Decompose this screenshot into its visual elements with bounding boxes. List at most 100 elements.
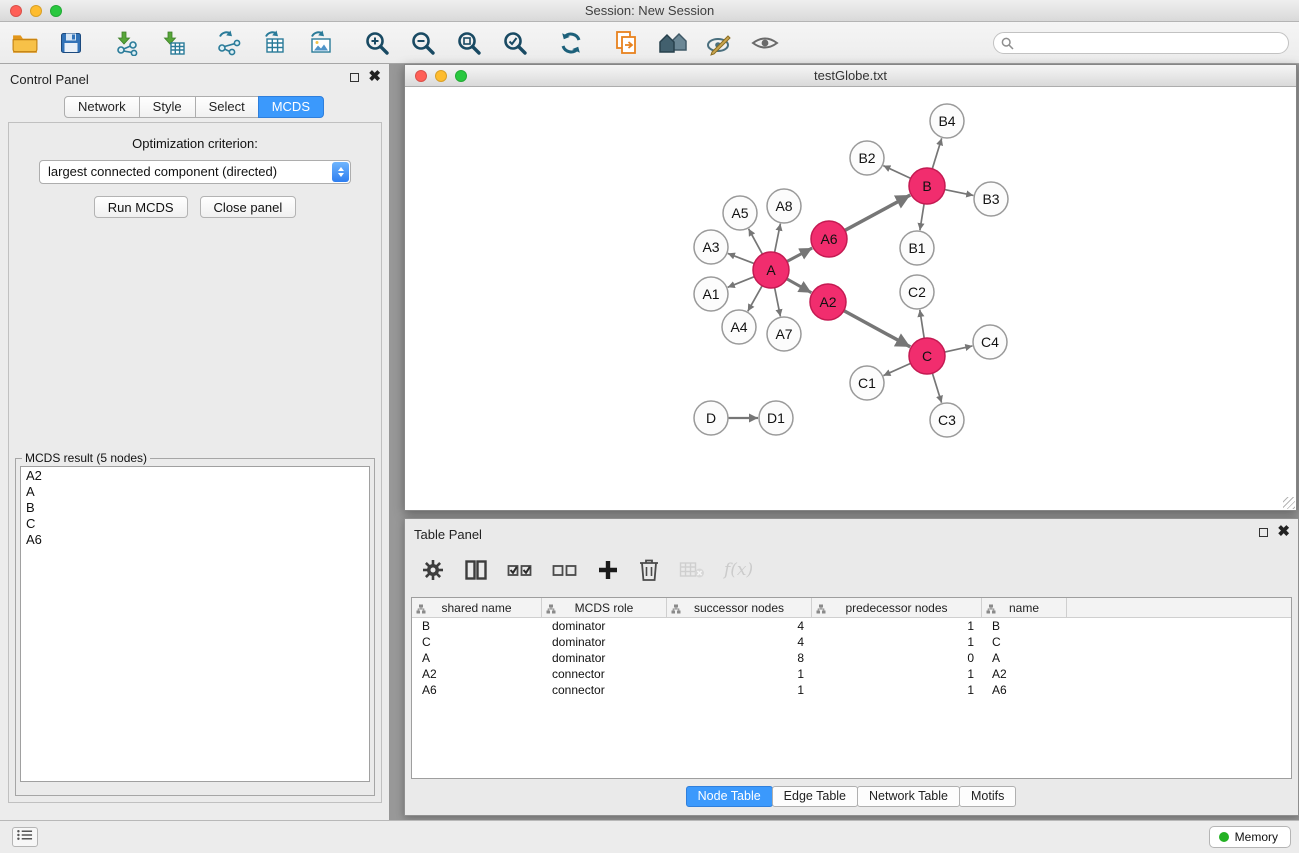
task-history-button[interactable]	[12, 827, 38, 847]
deselect-all-icon[interactable]	[552, 560, 578, 580]
open-session-icon[interactable]	[10, 28, 40, 58]
run-mcds-button[interactable]: Run MCDS	[94, 196, 188, 218]
graph-node-D1[interactable]: D1	[759, 401, 793, 435]
column-header-predecessor-nodes[interactable]: predecessor nodes	[812, 598, 982, 617]
zoom-fit-icon[interactable]	[454, 28, 484, 58]
graph-node-B2[interactable]: B2	[850, 141, 884, 175]
column-header-mcds-role[interactable]: MCDS role	[542, 598, 667, 617]
table-row[interactable]: Cdominator41C	[412, 634, 1291, 650]
refresh-layout-icon[interactable]	[556, 28, 586, 58]
minimize-window-icon[interactable]	[30, 5, 42, 17]
tab-edge-table[interactable]: Edge Table	[772, 786, 858, 807]
close-window-icon[interactable]	[10, 5, 22, 17]
graph-node-B1[interactable]: B1	[900, 231, 934, 265]
graph-edge-C-C3[interactable]	[932, 373, 941, 403]
graph-edge-A-A2[interactable]	[787, 279, 812, 293]
graph-node-C4[interactable]: C4	[973, 325, 1007, 359]
result-item[interactable]: A	[26, 484, 364, 500]
table-row[interactable]: A6connector11A6	[412, 682, 1291, 698]
criterion-dropdown[interactable]: largest connected component (directed)	[39, 160, 351, 184]
table-row[interactable]: A2connector11A2	[412, 666, 1291, 682]
import-table-icon[interactable]	[158, 28, 188, 58]
tab-node-table[interactable]: Node Table	[686, 786, 773, 807]
resize-grip[interactable]	[1283, 497, 1295, 509]
tab-motifs[interactable]: Motifs	[959, 786, 1016, 807]
graph-node-A1[interactable]: A1	[694, 277, 728, 311]
graph-node-A2[interactable]: A2	[810, 284, 846, 320]
open-recent-icon[interactable]	[612, 28, 642, 58]
tab-network[interactable]: Network	[64, 96, 140, 118]
tab-mcds[interactable]: MCDS	[258, 96, 324, 118]
column-header-shared-name[interactable]: shared name	[412, 598, 542, 617]
float-table-panel-icon[interactable]	[1259, 528, 1268, 537]
add-row-icon[interactable]	[597, 559, 619, 581]
result-item[interactable]: C	[26, 516, 364, 532]
column-header-successor-nodes[interactable]: successor nodes	[667, 598, 812, 617]
graph-node-B4[interactable]: B4	[930, 104, 964, 138]
graph-edge-C-C1[interactable]	[883, 363, 910, 375]
graph-edge-A-A8[interactable]	[775, 224, 781, 253]
select-all-icon[interactable]	[507, 560, 533, 580]
graph-node-A6[interactable]: A6	[811, 221, 847, 257]
network-graph[interactable]: B4B2BB3A5A8A6A3B1AC2A1A2A4A7C4CC1C3DD1	[405, 87, 1296, 509]
home-icon[interactable]	[658, 28, 688, 58]
graph-node-C[interactable]: C	[909, 338, 945, 374]
graph-node-A7[interactable]: A7	[767, 317, 801, 351]
graph-edge-C-C4[interactable]	[945, 346, 973, 352]
zoom-window-icon[interactable]	[50, 5, 62, 17]
zoom-out-icon[interactable]	[408, 28, 438, 58]
style-edit-icon[interactable]	[704, 28, 734, 58]
graph-edge-A-A3[interactable]	[728, 253, 754, 263]
zoom-in-icon[interactable]	[362, 28, 392, 58]
minimize-network-icon[interactable]	[435, 70, 447, 82]
graph-node-A5[interactable]: A5	[723, 196, 757, 230]
close-network-icon[interactable]	[415, 70, 427, 82]
table-row[interactable]: Bdominator41B	[412, 618, 1291, 634]
memory-button[interactable]: Memory	[1209, 826, 1291, 848]
graph-edge-B-B4[interactable]	[932, 138, 941, 169]
graph-node-A[interactable]: A	[753, 252, 789, 288]
close-panel-icon[interactable]: ✖	[368, 71, 381, 83]
graph-edge-C-C2[interactable]	[920, 310, 924, 338]
tab-network-table[interactable]: Network Table	[857, 786, 960, 807]
graph-node-B3[interactable]: B3	[974, 182, 1008, 216]
zoom-selected-icon[interactable]	[500, 28, 530, 58]
network-canvas[interactable]: B4B2BB3A5A8A6A3B1AC2A1A2A4A7C4CC1C3DD1	[405, 87, 1296, 509]
graph-node-C3[interactable]: C3	[930, 403, 964, 437]
graph-node-A3[interactable]: A3	[694, 230, 728, 264]
split-columns-icon[interactable]	[464, 558, 488, 582]
graph-node-A8[interactable]: A8	[767, 189, 801, 223]
graph-edge-A-A5[interactable]	[749, 229, 763, 254]
graph-node-C2[interactable]: C2	[900, 275, 934, 309]
result-item[interactable]: B	[26, 500, 364, 516]
export-image-icon[interactable]	[306, 28, 336, 58]
graph-edge-A-A6[interactable]	[787, 248, 812, 262]
column-header-name[interactable]: name	[982, 598, 1067, 617]
graph-node-D[interactable]: D	[694, 401, 728, 435]
tab-style[interactable]: Style	[139, 96, 196, 118]
close-panel-button[interactable]: Close panel	[200, 196, 297, 218]
result-item[interactable]: A6	[26, 532, 364, 548]
close-table-panel-icon[interactable]: ✖	[1277, 526, 1290, 538]
new-network-icon[interactable]	[214, 28, 244, 58]
table-row[interactable]: Adominator80A	[412, 650, 1291, 666]
network-window-titlebar[interactable]: testGlobe.txt	[405, 65, 1296, 87]
zoom-network-icon[interactable]	[455, 70, 467, 82]
graph-node-B[interactable]: B	[909, 168, 945, 204]
new-table-icon[interactable]	[260, 28, 290, 58]
mcds-result-list[interactable]: A2ABCA6	[20, 466, 370, 782]
result-item[interactable]: A2	[26, 468, 364, 484]
search-input[interactable]	[993, 32, 1289, 54]
graph-node-A4[interactable]: A4	[722, 310, 756, 344]
graph-edge-A-A1[interactable]	[728, 277, 755, 288]
import-network-icon[interactable]	[112, 28, 142, 58]
graph-edge-A2-C[interactable]	[844, 311, 911, 347]
save-session-icon[interactable]	[56, 28, 86, 58]
tab-select[interactable]: Select	[195, 96, 259, 118]
float-panel-icon[interactable]	[350, 73, 359, 82]
gear-icon[interactable]	[421, 558, 445, 582]
graph-edge-A6-B[interactable]	[845, 195, 911, 230]
graph-edge-B-B2[interactable]	[883, 166, 910, 179]
graph-edge-B-B1[interactable]	[920, 204, 924, 230]
graph-edge-A-A7[interactable]	[775, 288, 781, 317]
